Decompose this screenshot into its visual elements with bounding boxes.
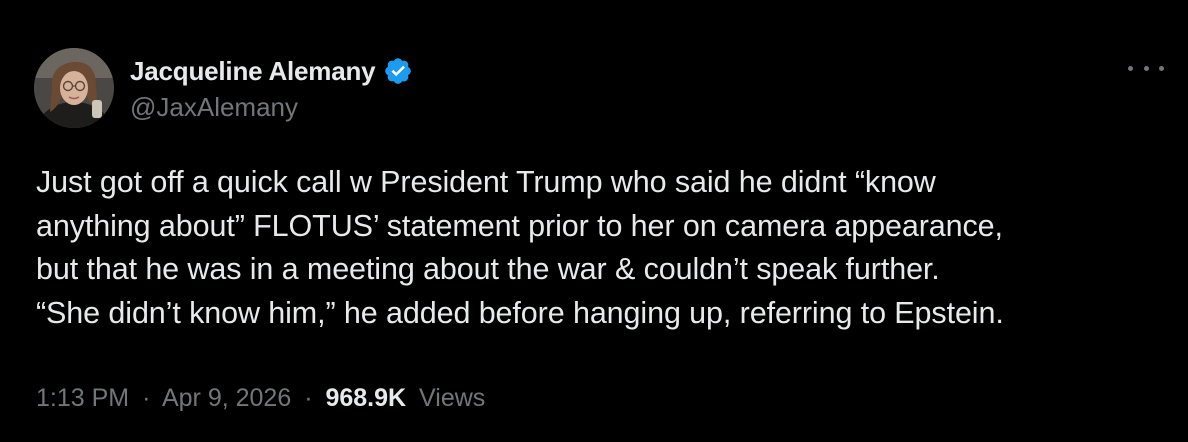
author-handle[interactable]: @JaxAlemany — [130, 92, 298, 123]
author-display-name[interactable]: Jacqueline Alemany — [130, 56, 376, 87]
meta-separator: · — [142, 384, 151, 412]
tweet-card: Jacqueline Alemany @JaxAlemany Just got … — [0, 0, 1188, 442]
views-label: Views — [419, 384, 486, 412]
tweet-text-line: anything about” FLOTUS’ statement prior … — [36, 208, 1003, 243]
views-count[interactable]: 968.9K — [325, 384, 406, 412]
tweet-text-line: Just got off a quick call w President Tr… — [36, 165, 936, 199]
avatar[interactable] — [34, 48, 114, 128]
tweet-text-line: “She didn’t know him,” he added before h… — [36, 295, 1004, 330]
avatar-image — [34, 48, 114, 128]
more-horizontal-icon — [1159, 65, 1164, 71]
more-horizontal-icon — [1128, 65, 1133, 71]
tweet-time[interactable]: 1:13 PM — [36, 384, 129, 412]
author-name-row: Jacqueline Alemany — [130, 54, 413, 88]
more-horizontal-icon — [1143, 65, 1149, 71]
tweet-meta: 1:13 PM · Apr 9, 2026 · 968.9K Views — [36, 384, 485, 413]
meta-separator: · — [304, 384, 313, 412]
tweet-date[interactable]: Apr 9, 2026 — [162, 384, 291, 412]
verified-badge-icon — [383, 56, 413, 86]
tweet-text: Just got off a quick call w President Tr… — [36, 161, 1166, 335]
tweet-text-line: but that he was in a meeting about the w… — [36, 252, 940, 286]
more-options-button[interactable] — [1128, 58, 1164, 78]
